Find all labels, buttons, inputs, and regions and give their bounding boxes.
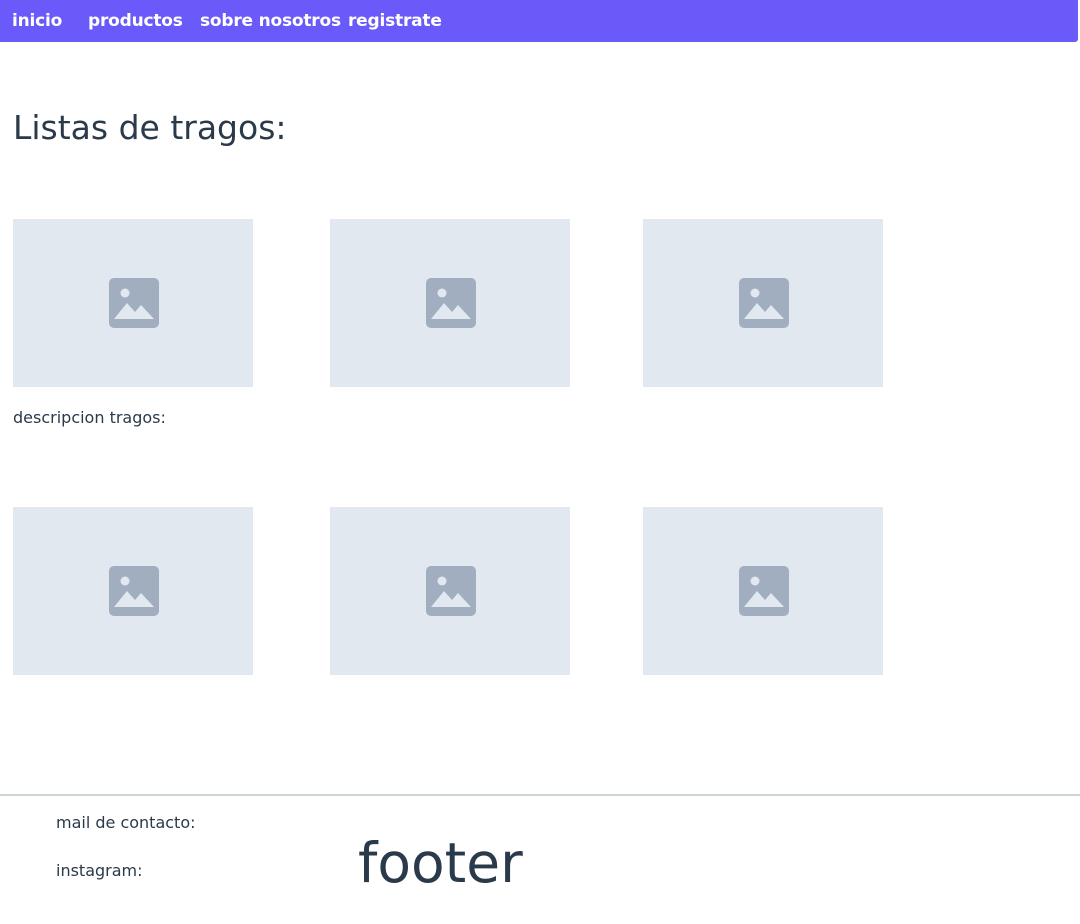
footer-instagram-label: instagram: [56,861,143,880]
drink-image-placeholder [13,219,253,387]
image-placeholder-icon [426,566,476,616]
footer-divider [0,794,1080,796]
drink-image-placeholder [643,219,883,387]
page-title: Listas de tragos: [13,108,287,147]
nav-item-productos[interactable]: productos [88,11,183,31]
image-placeholder-icon [109,566,159,616]
top-nav: inicio productos sobre nosotros registra… [0,0,1078,42]
footer-mail-label: mail de contacto: [56,813,196,832]
nav-item-inicio[interactable]: inicio [12,11,62,31]
image-placeholder-icon [739,566,789,616]
drink-image-placeholder [13,507,253,675]
drink-image-placeholder [330,219,570,387]
drink-image-placeholder [330,507,570,675]
nav-item-registrate[interactable]: registrate [348,11,442,31]
image-placeholder-icon [109,278,159,328]
drink-image-placeholder [643,507,883,675]
image-placeholder-icon [739,278,789,328]
footer-title: footer [358,831,523,895]
nav-item-sobre-nosotros[interactable]: sobre nosotros [200,11,341,31]
description-label: descripcion tragos: [13,408,166,427]
image-placeholder-icon [426,278,476,328]
